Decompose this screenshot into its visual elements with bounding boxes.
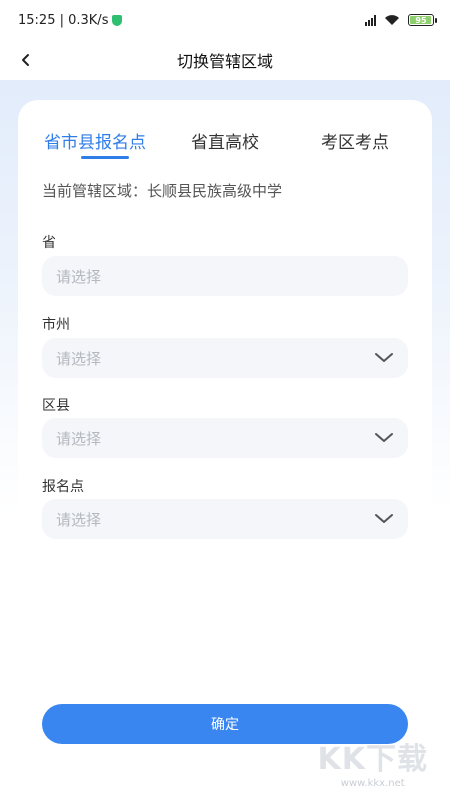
chevron-down-icon — [375, 514, 393, 523]
chevron-down-icon — [375, 433, 393, 442]
app-header: 切换管辖区域 — [0, 40, 450, 80]
watermark: KK下载 www.kkx.net — [317, 742, 429, 790]
status-time-speed: 15:25 | 0.3K/s — [18, 12, 109, 28]
tab-county-registration-point[interactable]: 省市县报名点 — [30, 128, 160, 153]
registration-point-label: 报名点 — [42, 479, 84, 495]
registration-point-select[interactable]: 请选择 — [42, 499, 408, 539]
tab-bar: 省市县报名点 省直高校 考区考点 — [18, 100, 432, 162]
battery-icon: 95 — [408, 14, 437, 26]
back-button[interactable] — [14, 48, 38, 72]
district-label: 区县 — [42, 398, 70, 414]
province-label: 省 — [42, 235, 56, 251]
status-right: 95 — [365, 14, 437, 26]
district-placeholder: 请选择 — [56, 429, 102, 448]
city-select[interactable]: 请选择 — [42, 338, 408, 378]
battery-level: 95 — [415, 15, 427, 25]
page-title: 切换管辖区域 — [176, 52, 273, 71]
city-label: 市州 — [42, 317, 70, 333]
status-bar: 15:25 | 0.3K/s 95 — [0, 0, 450, 40]
confirm-button[interactable]: 确定 — [42, 704, 408, 744]
watermark-logo: KK下载 — [317, 742, 428, 777]
active-tab-indicator — [81, 156, 129, 159]
chevron-left-icon — [22, 54, 29, 66]
status-left: 15:25 | 0.3K/s — [18, 12, 123, 28]
district-select[interactable]: 请选择 — [42, 418, 408, 458]
city-placeholder: 请选择 — [56, 349, 102, 368]
province-placeholder: 请选择 — [56, 267, 102, 286]
chevron-down-icon — [375, 353, 393, 362]
form-card: 省市县报名点 省直高校 考区考点 当前管辖区域：长顺县民族高级中学 省 请选择 … — [18, 100, 432, 800]
registration-point-placeholder: 请选择 — [56, 510, 102, 529]
shield-icon — [112, 14, 123, 26]
tab-provincial-universities[interactable]: 省直高校 — [160, 128, 290, 153]
signal-icon — [365, 14, 376, 26]
wifi-icon — [385, 15, 399, 25]
tab-exam-area-site[interactable]: 考区考点 — [290, 128, 420, 153]
watermark-url: www.kkx.net — [340, 778, 405, 789]
current-area-text: 当前管辖区域：长顺县民族高级中学 — [42, 182, 283, 200]
province-select[interactable]: 请选择 — [42, 256, 408, 296]
